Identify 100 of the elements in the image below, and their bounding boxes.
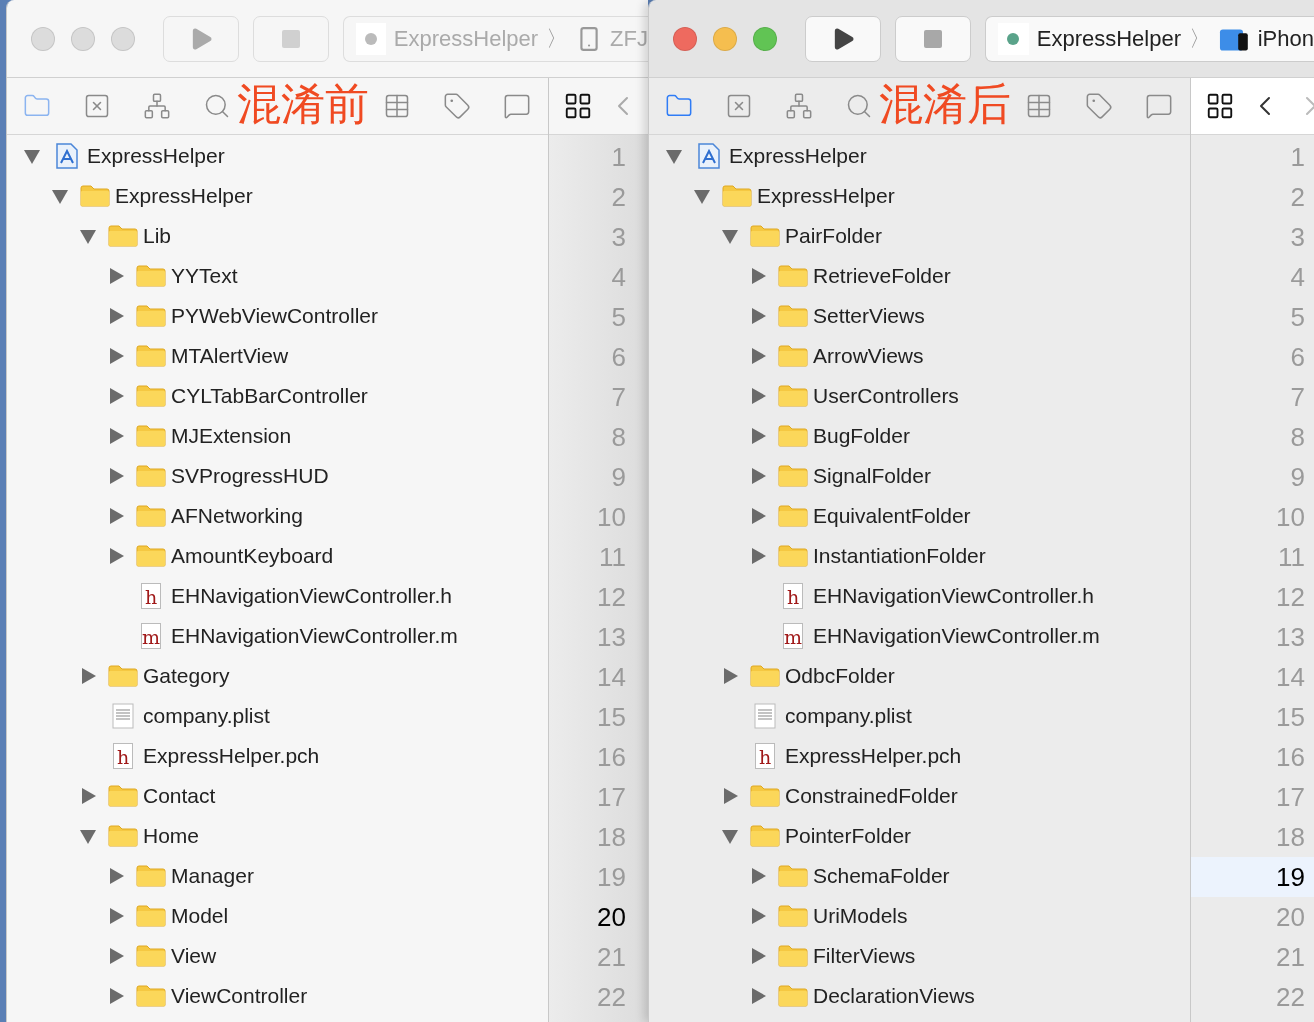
expanded-triangle-icon[interactable] xyxy=(693,187,711,205)
file-tree-row[interactable]: PYWebViewController xyxy=(7,296,548,336)
file-tree-row[interactable]: m EHNavigationViewController.m xyxy=(649,616,1190,656)
file-tree-row[interactable]: company.plist xyxy=(649,696,1190,736)
collapsed-triangle-icon[interactable] xyxy=(749,907,767,925)
file-tree-row[interactable]: YYText xyxy=(7,256,548,296)
file-tree-row[interactable]: ArrowViews xyxy=(649,336,1190,376)
grid-icon[interactable] xyxy=(563,91,593,121)
file-tree-row[interactable]: InstantiationFolder xyxy=(649,536,1190,576)
file-tree-row[interactable]: ConstrainedFolder xyxy=(649,776,1190,816)
file-tree-row[interactable]: PointerFolder xyxy=(649,816,1190,856)
collapsed-triangle-icon[interactable] xyxy=(107,307,125,325)
expanded-triangle-icon[interactable] xyxy=(665,147,683,165)
file-tree-row[interactable]: ExpressHelper xyxy=(649,136,1190,176)
line-number: 22 xyxy=(1275,981,1306,1014)
file-tree-row[interactable]: ViewController xyxy=(7,976,548,1016)
file-tree-row[interactable]: SchemaFolder xyxy=(649,856,1190,896)
file-tree-row[interactable]: h ExpressHelper.pch xyxy=(649,736,1190,776)
file-tree-row[interactable]: ExpressHelper xyxy=(7,176,548,216)
issue-navigator-icon[interactable] xyxy=(83,92,111,120)
collapsed-triangle-icon[interactable] xyxy=(749,507,767,525)
file-tree-row[interactable]: DeclarationViews xyxy=(649,976,1190,1016)
collapsed-triangle-icon[interactable] xyxy=(749,987,767,1005)
file-tree-row[interactable]: Model xyxy=(7,896,548,936)
collapsed-triangle-icon[interactable] xyxy=(107,987,125,1005)
line-number: 15 xyxy=(1275,701,1306,734)
expanded-triangle-icon[interactable] xyxy=(79,827,97,845)
file-tree-row[interactable]: Contact xyxy=(7,776,548,816)
tag-icon[interactable] xyxy=(443,92,471,120)
collapsed-triangle-icon[interactable] xyxy=(721,787,739,805)
file-tree-row[interactable]: OdbcFolder xyxy=(649,656,1190,696)
file-tree-row[interactable]: m EHNavigationViewController.m xyxy=(7,616,548,656)
collapsed-triangle-icon[interactable] xyxy=(749,347,767,365)
search-icon[interactable] xyxy=(845,92,873,120)
collapsed-triangle-icon[interactable] xyxy=(107,427,125,445)
collapsed-triangle-icon[interactable] xyxy=(107,907,125,925)
file-tree-row[interactable]: MJExtension xyxy=(7,416,548,456)
collapsed-triangle-icon[interactable] xyxy=(749,427,767,445)
expanded-triangle-icon[interactable] xyxy=(721,827,739,845)
collapsed-triangle-icon[interactable] xyxy=(107,867,125,885)
file-name: CYLTabBarController xyxy=(171,383,368,410)
collapsed-triangle-icon[interactable] xyxy=(107,507,125,525)
line-number: 21 xyxy=(596,941,627,974)
file-tree-row[interactable]: Lib xyxy=(7,216,548,256)
file-tree-row[interactable]: Manager xyxy=(7,856,548,896)
file-tree-row[interactable]: h ExpressHelper.pch xyxy=(7,736,548,776)
collapsed-triangle-icon[interactable] xyxy=(749,467,767,485)
file-tree-row[interactable]: SetterViews xyxy=(649,296,1190,336)
collapsed-triangle-icon[interactable] xyxy=(107,387,125,405)
file-tree-row[interactable]: RetrieveFolder xyxy=(649,256,1190,296)
collapsed-triangle-icon[interactable] xyxy=(749,267,767,285)
file-tree-row[interactable]: EquivalentFolder xyxy=(649,496,1190,536)
expanded-triangle-icon[interactable] xyxy=(51,187,69,205)
collapsed-triangle-icon[interactable] xyxy=(107,267,125,285)
issue-navigator-icon[interactable] xyxy=(725,92,753,120)
collapsed-triangle-icon[interactable] xyxy=(749,947,767,965)
collapsed-triangle-icon[interactable] xyxy=(749,307,767,325)
collapsed-triangle-icon[interactable] xyxy=(749,547,767,565)
file-tree-row[interactable]: UserControllers xyxy=(649,376,1190,416)
tag-icon[interactable] xyxy=(1085,92,1113,120)
file-tree-row[interactable]: FilterViews xyxy=(649,936,1190,976)
collapsed-triangle-icon[interactable] xyxy=(107,547,125,565)
hierarchy-icon[interactable] xyxy=(785,92,813,120)
expanded-triangle-icon[interactable] xyxy=(79,227,97,245)
window-control[interactable] xyxy=(673,26,697,51)
run-button[interactable] xyxy=(805,15,881,62)
collapsed-triangle-icon[interactable] xyxy=(79,787,97,805)
file-tree-row[interactable]: Home xyxy=(7,816,548,856)
file-tree-row[interactable]: MTAlertView xyxy=(7,336,548,376)
file-tree-row[interactable]: company.plist xyxy=(7,696,548,736)
file-tree-row[interactable]: PairFolder xyxy=(649,216,1190,256)
file-tree-row[interactable]: View xyxy=(7,936,548,976)
message-icon[interactable] xyxy=(1145,92,1173,120)
file-tree-row[interactable]: ExpressHelper xyxy=(7,136,548,176)
folder-icon xyxy=(80,185,110,207)
collapsed-triangle-icon[interactable] xyxy=(749,867,767,885)
collapsed-triangle-icon[interactable] xyxy=(721,667,739,685)
file-tree-row[interactable]: AFNetworking xyxy=(7,496,548,536)
file-tree-row[interactable]: SVProgressHUD xyxy=(7,456,548,496)
hierarchy-icon[interactable] xyxy=(143,92,171,120)
file-tree-row[interactable]: AmountKeyboard xyxy=(7,536,548,576)
collapsed-triangle-icon[interactable] xyxy=(79,667,97,685)
file-tree-row[interactable]: Gategory xyxy=(7,656,548,696)
expanded-triangle-icon[interactable] xyxy=(23,147,41,165)
file-tree-row[interactable]: h EHNavigationViewController.h xyxy=(7,576,548,616)
expanded-triangle-icon[interactable] xyxy=(721,227,739,245)
grid-icon[interactable] xyxy=(1205,91,1235,121)
scheme-selector[interactable]: ExpressHelper 〉 iPhon xyxy=(985,15,1314,62)
collapsed-triangle-icon[interactable] xyxy=(107,947,125,965)
collapsed-triangle-icon[interactable] xyxy=(107,467,125,485)
collapsed-triangle-icon[interactable] xyxy=(107,347,125,365)
file-tree-row[interactable]: ExpressHelper xyxy=(649,176,1190,216)
file-tree-row[interactable]: SignalFolder xyxy=(649,456,1190,496)
file-tree-row[interactable]: UriModels xyxy=(649,896,1190,936)
message-icon[interactable] xyxy=(503,92,531,120)
search-icon[interactable] xyxy=(203,92,231,120)
file-tree-row[interactable]: CYLTabBarController xyxy=(7,376,548,416)
file-tree-row[interactable]: BugFolder xyxy=(649,416,1190,456)
collapsed-triangle-icon[interactable] xyxy=(749,387,767,405)
file-tree-row[interactable]: h EHNavigationViewController.h xyxy=(649,576,1190,616)
